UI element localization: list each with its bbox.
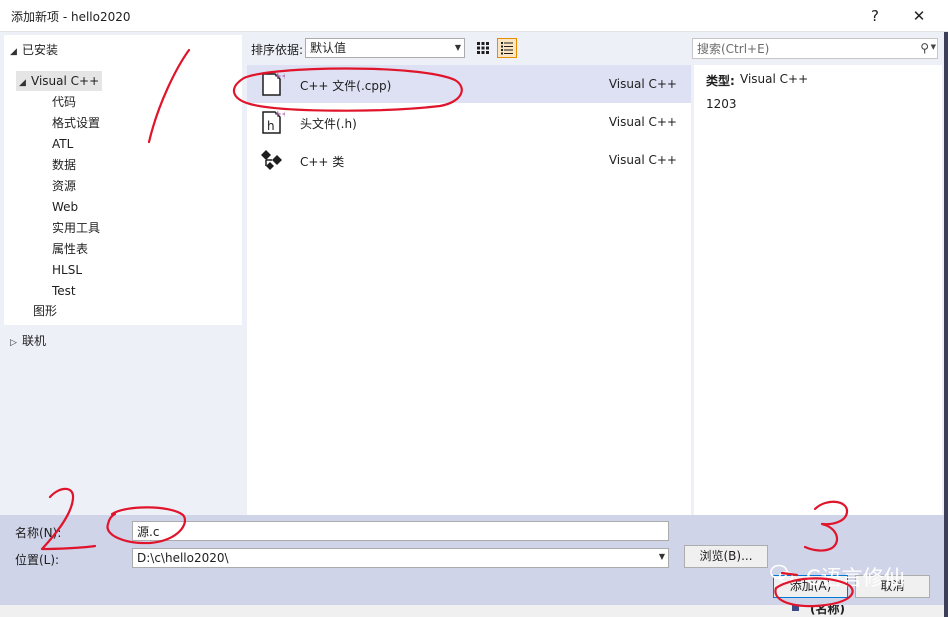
tree-item-utility[interactable]: 实用工具 (52, 218, 100, 238)
template-name: 头文件(.h) (300, 117, 357, 131)
cpp-class-icon (261, 150, 282, 170)
svg-text:h: h (267, 119, 275, 133)
tree-item-code[interactable]: 代码 (52, 92, 76, 112)
collapse-arrow-icon[interactable]: ◢ (19, 73, 31, 93)
tree-item-label: 联机 (22, 334, 47, 348)
tree-item-atl[interactable]: ATL (52, 134, 73, 154)
name-label: 名称(N): (15, 526, 62, 540)
tree-item-label: 已安装 (22, 43, 59, 57)
sort-toolbar: 排序依据: 默认值 ▼ (247, 37, 691, 59)
sort-dropdown[interactable]: 默认值 ▼ (305, 38, 465, 58)
tree-item-label: Visual C++ (31, 74, 100, 88)
tree-item-hlsl[interactable]: HLSL (52, 260, 82, 280)
background-window-edge (944, 32, 948, 617)
search-icon[interactable]: ⚲ (920, 41, 929, 55)
template-type: Visual C++ (608, 77, 677, 91)
svg-text:++: ++ (274, 110, 285, 120)
title-bar: 添加新项 - hello2020 ? ✕ (0, 0, 948, 32)
list-view-button[interactable] (497, 38, 517, 58)
list-item[interactable]: C++ 类 Visual C++ (247, 141, 691, 179)
expand-arrow-icon[interactable]: ▷ (10, 333, 22, 353)
template-list: ++ C++ 文件(.cpp) Visual C++ h ++ 头文件(.h) … (247, 65, 691, 515)
tree-item-graphics[interactable]: 图形 (33, 301, 57, 321)
location-field[interactable]: ▼ (132, 548, 669, 568)
template-type: Visual C++ (608, 153, 677, 167)
chevron-down-icon: ▼ (454, 43, 461, 52)
sort-label: 排序依据: (251, 43, 304, 57)
chevron-down-icon[interactable]: ▼ (931, 43, 936, 51)
browse-button[interactable]: 浏览(B)... (684, 545, 768, 568)
tree-item-installed[interactable]: ◢ 已安装 (10, 40, 58, 60)
help-button[interactable]: ? (863, 4, 887, 28)
template-name: C++ 类 (300, 155, 345, 169)
name-input[interactable] (133, 522, 668, 540)
category-tree: ◢ 已安装 ◢ Visual C++ 代码 格式设置 ATL 数据 资源 Web 实… (4, 35, 242, 515)
location-label: 位置(L): (15, 553, 60, 567)
template-name: C++ 文件(.cpp) (300, 79, 392, 93)
tree-item-property-sheets[interactable]: 属性表 (52, 239, 88, 259)
window-title: 添加新项 - hello2020 (11, 10, 131, 24)
tree-item-data[interactable]: 数据 (52, 155, 76, 175)
details-description: 1203 (706, 97, 737, 111)
details-type-label: 类型: (706, 74, 735, 88)
search-box[interactable]: ⚲ ▼ (692, 38, 938, 59)
tree-item-web[interactable]: Web (52, 197, 78, 217)
collapse-arrow-icon[interactable]: ◢ (10, 42, 22, 62)
sort-value: 默认值 (310, 41, 347, 55)
tree-item-visual-cpp[interactable]: ◢ Visual C++ (16, 71, 103, 93)
template-type: Visual C++ (608, 115, 677, 129)
name-field[interactable] (132, 521, 669, 541)
list-view-icon (501, 42, 513, 55)
location-input[interactable] (133, 549, 668, 567)
background-window-bottom (0, 605, 780, 617)
tree-item-resources[interactable]: 资源 (52, 176, 76, 196)
watermark-text: C语言修仙 (806, 566, 905, 590)
list-item[interactable]: ++ C++ 文件(.cpp) Visual C++ (247, 65, 691, 103)
add-new-item-dialog: ◢ 已安装 ◢ Visual C++ 代码 格式设置 ATL 数据 资源 Web 实… (0, 32, 944, 605)
tree-item-test[interactable]: Test (52, 281, 76, 301)
installed-section: ◢ 已安装 ◢ Visual C++ 代码 格式设置 ATL 数据 资源 Web 实… (4, 35, 242, 325)
template-details: 类型: Visual C++ 1203 (694, 65, 942, 515)
grid-view-icon (477, 42, 489, 54)
wechat-icon (770, 564, 794, 583)
search-input[interactable] (693, 39, 893, 58)
chevron-down-icon[interactable]: ▼ (659, 552, 665, 561)
close-button[interactable]: ✕ (907, 4, 931, 28)
item-form: 名称(N): 位置(L): ▼ 浏览(B)... 添加(A) 取消 (0, 515, 944, 605)
grid-view-button[interactable] (473, 38, 493, 58)
header-file-icon: h ++ (262, 110, 285, 134)
tree-item-online[interactable]: ▷ 联机 (10, 331, 46, 351)
online-section: ▷ 联机 (4, 327, 242, 515)
svg-text:++: ++ (274, 72, 285, 82)
cpp-file-icon: ++ (262, 72, 285, 96)
tree-item-formatting[interactable]: 格式设置 (52, 113, 100, 133)
details-type-value: Visual C++ (740, 72, 809, 86)
list-item[interactable]: h ++ 头文件(.h) Visual C++ (247, 103, 691, 141)
